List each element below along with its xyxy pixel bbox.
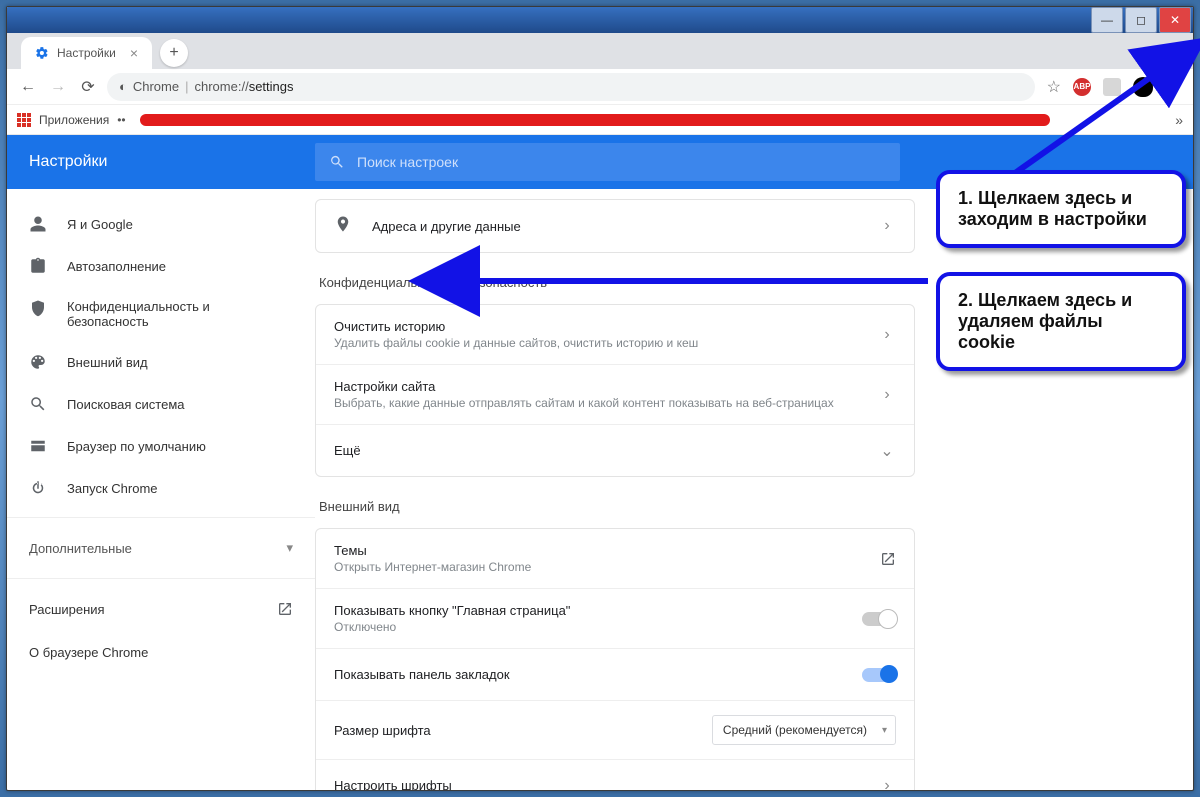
redacted-bookmark-strip [140,114,1050,126]
sidebar-item-label: Браузер по умолчанию [67,439,206,454]
chevron-down-icon: ▾ [286,540,293,556]
sidebar-item-label: Внешний вид [67,355,148,370]
palette-icon [29,353,47,371]
sidebar-item-label: Автозаполнение [67,259,166,274]
section-privacy-title: Конфиденциальность и безопасность [319,275,915,290]
sidebar-item-startup[interactable]: Запуск Chrome [7,467,315,509]
person-icon [29,215,47,233]
browser-tab[interactable]: Настройки × [21,37,152,69]
font-size-row: Размер шрифта Средний (рекомендуется)▾ [316,700,914,759]
url-field[interactable]: ◐ Chrome | chrome://settings [107,73,1035,101]
settings-sidebar: Я и Google Автозаполнение Конфиденциальн… [7,189,315,790]
gear-icon [35,46,49,60]
settings-search-input[interactable] [357,154,886,170]
customize-fonts-row[interactable]: Настроить шрифты › [316,759,914,790]
power-icon [29,479,47,497]
sidebar-item-label: Поисковая система [67,397,185,412]
search-icon [29,395,47,413]
sidebar-item-search[interactable]: Поисковая система [7,383,315,425]
open-in-new-icon [277,601,293,617]
chevron-right-icon: › [878,326,896,344]
window-close-button[interactable]: ✕ [1159,7,1191,33]
addresses-row[interactable]: Адреса и другие данные › [316,200,914,252]
settings-main: Адреса и другие данные › Конфиденциально… [315,189,915,790]
chevron-right-icon: › [878,217,896,235]
chevron-right-icon: › [878,386,896,404]
window-maximize-button[interactable]: ◻ [1125,7,1157,33]
reload-button[interactable]: ⟳ [77,77,99,97]
home-button-toggle[interactable] [862,612,896,626]
apps-icon[interactable] [17,113,31,127]
tab-close-icon[interactable]: × [130,45,138,61]
url-scheme-label: Chrome [133,79,179,94]
chevron-right-icon: › [878,777,896,791]
abp-extension-icon[interactable]: ABP [1073,78,1091,96]
sidebar-item-label: Запуск Chrome [67,481,158,496]
section-appearance-title: Внешний вид [319,499,915,514]
bookmarks-overflow-icon[interactable]: » [1175,112,1183,128]
clear-history-row[interactable]: Очистить историю Удалить файлы cookie и … [316,305,914,364]
search-icon [329,154,345,170]
sidebar-item-label: Я и Google [67,217,133,232]
browser-window: — ◻ ✕ Настройки × + ← → ⟳ ◐ Chrome | chr… [6,6,1194,791]
tab-strip: Настройки × + [7,33,1193,69]
chevron-down-icon: ⌄ [878,441,896,461]
themes-row[interactable]: Темы Открыть Интернет-магазин Chrome [316,529,914,588]
sidebar-item-you-and-google[interactable]: Я и Google [7,203,315,245]
sidebar-item-label: Конфиденциальность и безопасность [67,299,247,329]
bookmarks-bar-row[interactable]: Показывать панель закладок [316,648,914,700]
annotation-callout-1: 1. Щелкаем здесь и заходим в настройки [936,170,1186,248]
bookmarks-bar-toggle[interactable] [862,668,896,682]
bookmark-star-icon[interactable]: ☆ [1047,77,1061,97]
sidebar-about[interactable]: О браузере Chrome [7,631,315,674]
new-tab-button[interactable]: + [160,39,188,67]
window-icon [29,437,47,455]
site-settings-row[interactable]: Настройки сайта Выбрать, какие данные от… [316,364,914,424]
annotation-callout-2: 2. Щелкаем здесь и удаляем файлы cookie [936,272,1186,371]
forward-button[interactable]: → [47,78,69,96]
sidebar-item-appearance[interactable]: Внешний вид [7,341,315,383]
settings-search[interactable] [315,143,900,181]
sidebar-item-default-browser[interactable]: Браузер по умолчанию [7,425,315,467]
apps-label[interactable]: Приложения [39,113,109,127]
location-icon [334,215,352,238]
clipboard-icon [29,257,47,275]
sidebar-item-privacy[interactable]: Конфиденциальность и безопасность [7,287,315,341]
window-titlebar: — ◻ ✕ [7,7,1193,33]
more-row[interactable]: Ещё ⌄ [316,424,914,476]
bookmark-item[interactable]: •• [117,113,125,127]
sidebar-item-autofill[interactable]: Автозаполнение [7,245,315,287]
window-minimize-button[interactable]: — [1091,7,1123,33]
home-button-row[interactable]: Показывать кнопку "Главная страница" Отк… [316,588,914,648]
sidebar-advanced[interactable]: Дополнительные ▾ [7,526,315,570]
chrome-menu-button[interactable] [1165,79,1179,94]
settings-title: Настройки [7,153,315,171]
tab-title: Настройки [57,46,116,60]
extension-icon[interactable] [1103,78,1121,96]
address-bar: ← → ⟳ ◐ Chrome | chrome://settings ☆ ABP [7,69,1193,105]
shield-icon [29,299,47,317]
bookmarks-bar: Приложения •• » [7,105,1193,135]
open-in-new-icon [880,551,896,567]
back-button[interactable]: ← [17,78,39,96]
sidebar-extensions[interactable]: Расширения [7,587,315,631]
font-size-select[interactable]: Средний (рекомендуется)▾ [712,715,896,745]
profile-avatar[interactable] [1133,77,1153,97]
globe-icon: ◐ [119,79,127,94]
